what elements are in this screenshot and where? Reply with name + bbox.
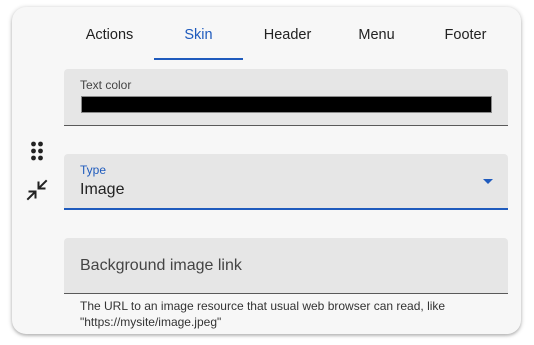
tab-header[interactable]: Header [243, 21, 332, 60]
tab-menu[interactable]: Menu [332, 21, 421, 60]
background-image-placeholder: Background image link [80, 257, 242, 274]
tab-skin[interactable]: Skin [154, 21, 243, 60]
type-select[interactable]: Type Image [64, 154, 508, 210]
tab-actions[interactable]: Actions [65, 21, 154, 60]
tab-label: Footer [444, 27, 487, 43]
text-color-field[interactable]: Text color [64, 69, 508, 126]
text-color-swatch[interactable] [81, 96, 492, 113]
tab-bar: Actions Skin Header Menu Footer [65, 21, 510, 60]
dropdown-arrow-icon[interactable] [483, 179, 493, 184]
tab-label: Skin [184, 27, 213, 43]
background-image-helper-text: The URL to an image resource that usual … [80, 299, 446, 329]
type-label: Type [80, 163, 107, 177]
type-value: Image [80, 181, 125, 198]
tab-label: Menu [358, 27, 395, 43]
background-image-input[interactable]: Background image link [64, 238, 508, 294]
tab-label: Header [263, 27, 312, 43]
collapse-icon[interactable] [26, 179, 48, 201]
tab-footer[interactable]: Footer [421, 21, 510, 60]
tab-label: Actions [85, 27, 134, 43]
drag-handle-icon[interactable] [26, 140, 48, 162]
text-color-label: Text color [80, 78, 132, 92]
editor-card: Actions Skin Header Menu Footer Text col… [12, 7, 521, 334]
